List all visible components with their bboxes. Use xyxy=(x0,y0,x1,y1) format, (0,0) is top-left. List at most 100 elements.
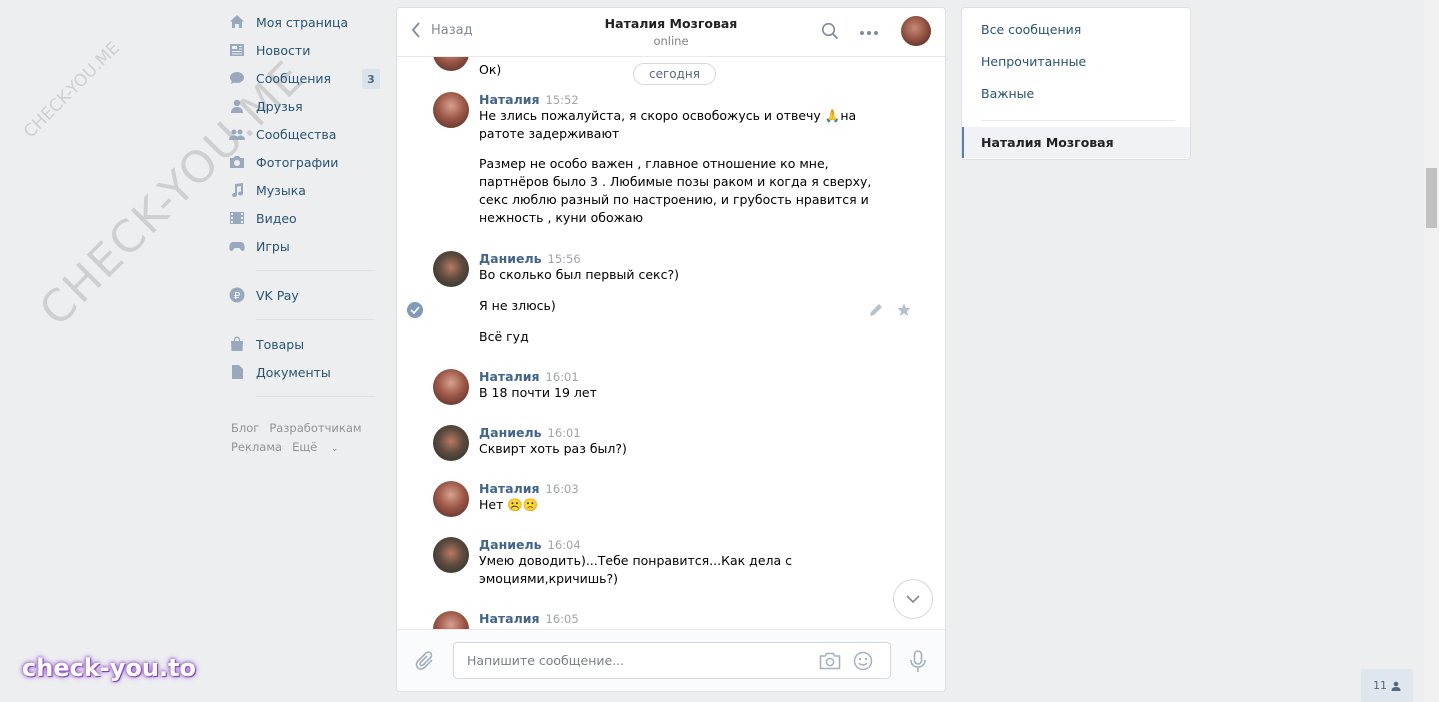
nav-item-messages[interactable]: Сообщения 3 xyxy=(228,64,383,92)
message-item[interactable]: Даниель 16:01 Сквирт хоть раз был?) xyxy=(433,425,925,461)
star-icon[interactable] xyxy=(897,303,911,317)
friends-icon xyxy=(228,97,246,115)
nav-label: Моя страница xyxy=(256,14,349,30)
message-line: нежность , куни обожаю xyxy=(479,210,644,225)
nav-item-goods[interactable]: Товары xyxy=(228,330,383,358)
message-tools xyxy=(869,303,911,317)
home-icon xyxy=(228,13,246,31)
chevron-down-icon: ⌄ xyxy=(330,444,339,454)
message-author[interactable]: Даниель xyxy=(479,251,542,266)
message-line: Умею доводить)...Тебе понравится...Как д… xyxy=(479,553,793,568)
message-text: В 18 почти 19 лет xyxy=(479,385,597,400)
message-text: Не злись пожалуйста, я скоро освобожусь … xyxy=(479,107,925,143)
avatar xyxy=(433,251,469,287)
footer-more-label: Ещё xyxy=(292,440,318,454)
message-time: 15:52 xyxy=(545,93,579,107)
nav-item-games[interactable]: Игры xyxy=(228,232,383,260)
nav-label: Товары xyxy=(256,336,305,352)
music-icon xyxy=(228,181,246,199)
nav-label: Видео xyxy=(256,210,297,226)
message-item[interactable]: Наталия 16:05 xyxy=(433,611,925,629)
chat-status: online xyxy=(653,34,689,48)
nav-item-documents[interactable]: Документы xyxy=(228,358,383,386)
message-time: 15:56 xyxy=(547,252,581,266)
message-line: секс люблю разный по настроению, и грубо… xyxy=(479,192,869,207)
nav-divider xyxy=(256,319,375,320)
chat-header: Назад Наталия Мозговая online xyxy=(397,8,945,57)
left-navigation: Моя страница Новости Сообщения 3 Друзья … xyxy=(228,8,383,459)
footer-link-ads[interactable]: Реклама xyxy=(231,440,282,454)
message-text: Нет ☹️🙁 xyxy=(479,497,539,512)
message-text: Сквирт хоть раз был?) xyxy=(479,441,627,456)
avatar xyxy=(433,611,469,629)
nav-item-friends[interactable]: Друзья xyxy=(228,92,383,120)
footer-link-more[interactable]: Ещё ⌄ xyxy=(292,440,348,454)
message-item[interactable]: Наталия 16:03 Нет ☹️🙁 xyxy=(433,481,925,517)
nav-item-photos[interactable]: Фотографии xyxy=(228,148,383,176)
messages-icon xyxy=(228,69,246,87)
message-line: партнёров было 3 . Любимые позы раком и … xyxy=(479,174,872,189)
message-author[interactable]: Наталия xyxy=(479,369,540,384)
message-item[interactable]: Наталия 16:01 В 18 почти 19 лет xyxy=(433,369,925,405)
chevron-down-icon xyxy=(906,595,920,603)
nav-item-groups[interactable]: Сообщества xyxy=(228,120,383,148)
chat-avatar[interactable] xyxy=(901,16,931,46)
message-author[interactable]: Наталия xyxy=(479,92,540,107)
nav-item-music[interactable]: Музыка xyxy=(228,176,383,204)
scrollbar-thumb[interactable] xyxy=(1426,168,1437,228)
nav-item-news[interactable]: Новости xyxy=(228,36,383,64)
nav-label: Друзья xyxy=(256,98,303,114)
message-item[interactable]: Даниель 15:56 Во сколько был первый секс?… xyxy=(433,251,925,346)
selected-check-icon[interactable] xyxy=(407,302,423,318)
messages-count-badge: 3 xyxy=(362,69,380,89)
message-line: Размер не особо важен , главное отношени… xyxy=(479,156,829,171)
camera-icon[interactable] xyxy=(819,652,841,670)
dialogs-filter-panel: Все сообщения Непрочитанные Важные Натал… xyxy=(961,7,1191,160)
filter-important[interactable]: Важные xyxy=(962,77,1190,109)
nav-divider xyxy=(256,270,375,271)
page-scrollbar[interactable] xyxy=(1424,0,1439,702)
nav-item-my-page[interactable]: Моя страница xyxy=(228,8,383,36)
message-author[interactable]: Даниель xyxy=(479,537,542,552)
avatar xyxy=(433,425,469,461)
message-time: 16:04 xyxy=(547,538,581,552)
smile-icon[interactable] xyxy=(853,651,873,671)
nav-footer: Блог Разработчикам Реклама Ещё ⌄ xyxy=(228,419,383,459)
footer-link-blog[interactable]: Блог xyxy=(231,421,259,435)
message-author[interactable]: Даниель xyxy=(479,425,542,440)
scroll-down-button[interactable] xyxy=(893,579,933,619)
nav-label: Новости xyxy=(256,42,311,58)
message-item[interactable]: Наталия 15:52 Не злись пожалуйста, я скор… xyxy=(433,92,925,227)
message-author[interactable]: Наталия xyxy=(479,481,540,496)
message-history: Ок) сегодня Наталия 15:52 Не злись пожалу… xyxy=(397,57,945,629)
nav-label: Игры xyxy=(256,238,290,254)
filter-all-messages[interactable]: Все сообщения xyxy=(962,13,1190,45)
message-author[interactable]: Наталия xyxy=(479,611,540,626)
microphone-icon[interactable] xyxy=(909,650,927,674)
nav-item-vkpay[interactable]: ₽ VK Pay xyxy=(228,281,383,309)
online-count: 11 xyxy=(1373,679,1387,692)
camera-icon xyxy=(228,153,246,171)
active-dialog-item[interactable]: Наталия Мозговая xyxy=(962,127,1190,158)
watermark-small: CHECK-YOU.ME xyxy=(20,38,124,143)
news-icon xyxy=(228,41,246,59)
message-item[interactable]: Даниель 16:04 Умею доводить)...Тебе понра… xyxy=(433,537,925,588)
watermark-brand: check-you.to xyxy=(22,654,197,682)
online-friends-button[interactable]: 11 xyxy=(1361,669,1413,702)
chat-title[interactable]: Наталия Мозговая xyxy=(397,16,945,31)
edit-pencil-icon[interactable] xyxy=(869,303,883,317)
avatar xyxy=(433,537,469,573)
filter-unread[interactable]: Непрочитанные xyxy=(962,45,1190,77)
footer-link-developers[interactable]: Разработчикам xyxy=(269,421,361,435)
nav-label: Музыка xyxy=(256,182,306,198)
message-text: Я не злюсь) xyxy=(479,298,556,313)
avatar xyxy=(433,57,469,71)
nav-item-video[interactable]: Видео xyxy=(228,204,383,232)
paperclip-icon[interactable] xyxy=(415,650,435,672)
avatar xyxy=(433,481,469,517)
svg-text:₽: ₽ xyxy=(234,291,241,302)
more-dots-icon[interactable] xyxy=(859,30,879,36)
search-icon[interactable] xyxy=(821,22,839,40)
message-text: Во сколько был первый секс?) xyxy=(479,267,679,282)
message-time: 16:01 xyxy=(547,426,581,440)
